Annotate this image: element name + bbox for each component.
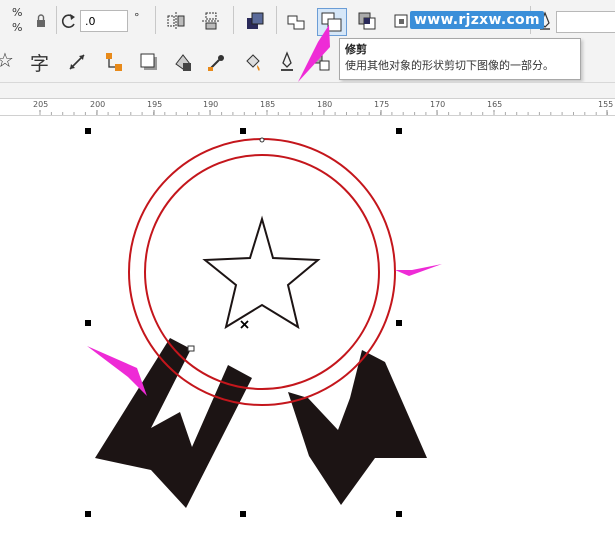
text-tool-icon[interactable]: 字: [30, 51, 52, 75]
left-ribbon[interactable]: [95, 338, 252, 508]
ruler-label: 155: [598, 100, 614, 109]
node-handle-ribbon[interactable]: [187, 345, 195, 352]
handle-bottom-right: [396, 511, 402, 517]
ruler-label: 185: [260, 100, 276, 109]
transparency-tool-icon[interactable]: [172, 51, 194, 73]
handle-middle-left: [85, 320, 91, 326]
connector-tool-icon[interactable]: [103, 51, 125, 73]
ruler-label: 180: [317, 100, 333, 109]
center-marker: [240, 320, 249, 329]
mirror-horizontal-icon[interactable]: [165, 10, 187, 32]
tooltip-description: 使用其他对象的形状剪切下图像的一部分。: [345, 59, 554, 72]
separator: [56, 6, 57, 34]
ruler-label: 200: [90, 100, 106, 109]
degree-symbol: °: [134, 11, 140, 24]
right-ribbon[interactable]: [288, 350, 427, 505]
fill-tool-icon[interactable]: [242, 51, 264, 73]
handle-bottom-center: [240, 511, 246, 517]
ruler-label: 175: [374, 100, 390, 109]
property-bar: % % °: [0, 0, 615, 42]
ruler-label: 165: [487, 100, 503, 109]
handle-top-center: [240, 128, 246, 134]
outline-tool-icon[interactable]: [276, 51, 298, 73]
drop-shadow-tool-icon[interactable]: [138, 51, 160, 73]
ruler-label: 195: [147, 100, 163, 109]
star-tool-icon[interactable]: ☆: [0, 48, 18, 73]
ruler-label: 190: [203, 100, 219, 109]
outline-width-input[interactable]: [556, 11, 615, 33]
ruler-label: 205: [33, 100, 49, 109]
node-handle-top[interactable]: [259, 137, 265, 143]
handle-top-left: [85, 128, 91, 134]
separator: [155, 6, 156, 34]
ruler-label: 170: [430, 100, 446, 109]
interactive-fill-icon[interactable]: [310, 51, 332, 73]
dimension-tool-icon[interactable]: [66, 51, 88, 73]
intersect-icon[interactable]: [356, 10, 378, 32]
separator: [233, 6, 234, 34]
handle-top-right: [396, 128, 402, 134]
eyedropper-tool-icon[interactable]: [206, 51, 228, 73]
trim-tooltip: 修剪 使用其他对象的形状剪切下图像的一部分。: [339, 38, 581, 80]
star-tool-glyph: ☆: [0, 48, 14, 72]
site-watermark: www.rjzxw.com: [410, 11, 544, 29]
lock-ratio-icon[interactable]: [30, 10, 52, 32]
text-tool-glyph: 字: [30, 53, 50, 75]
separator: [276, 6, 277, 34]
rotation-angle-input[interactable]: [80, 10, 128, 32]
trim-button[interactable]: [317, 8, 347, 36]
horizontal-ruler[interactable]: 205 200 195 190 185 180 175 170 165 155: [0, 98, 615, 116]
percent-label-bottom: %: [12, 21, 23, 34]
star-shape[interactable]: [202, 215, 321, 330]
percent-label-top: %: [12, 6, 23, 19]
handle-bottom-left: [85, 511, 91, 517]
mirror-vertical-icon[interactable]: [200, 10, 222, 32]
tooltip-title: 修剪: [345, 43, 367, 56]
toolbar-gap: [0, 83, 615, 98]
drawing-canvas[interactable]: [0, 117, 615, 546]
weld-icon[interactable]: [285, 10, 307, 32]
combine-icon[interactable]: [244, 10, 266, 32]
handle-middle-right: [396, 320, 402, 326]
rotate-icon: [58, 10, 80, 32]
